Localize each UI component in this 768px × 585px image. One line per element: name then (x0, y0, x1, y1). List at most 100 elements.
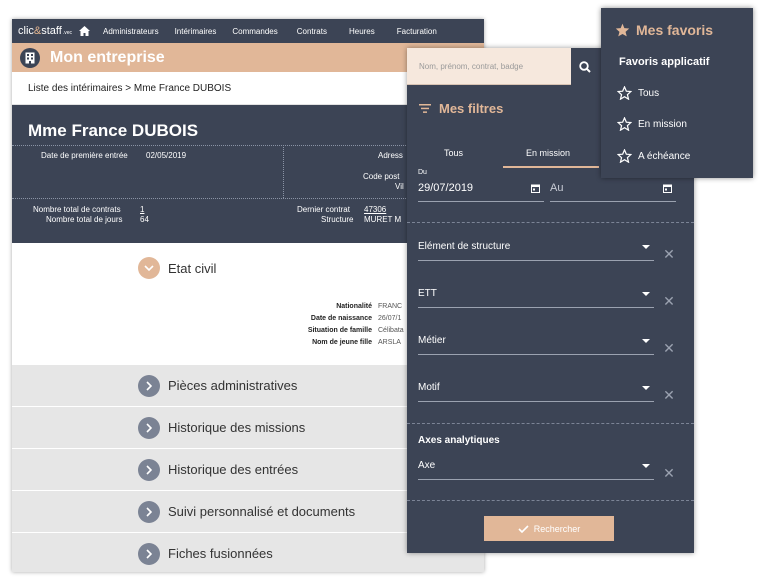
section-label: Historique des entrées (168, 462, 299, 477)
chevron-down-icon[interactable] (138, 257, 160, 279)
dropdown-arrow-icon (642, 386, 650, 390)
axes-title: Axes analytiques (418, 435, 500, 446)
first-entry-value: 02/05/2019 (146, 151, 187, 160)
select-label: ETT (418, 288, 437, 299)
building-icon (20, 47, 40, 68)
dropdown-arrow-icon (642, 464, 650, 468)
chevron-right-icon[interactable] (138, 458, 160, 481)
select-element-structure[interactable]: Elément de structure (418, 241, 654, 261)
clear-icon[interactable]: ✕ (663, 466, 675, 480)
nav-item-commandes[interactable]: Commandes (232, 27, 277, 36)
civil-value: 26/07/1 (378, 315, 402, 322)
favorites-subtitle: Favoris applicatif (619, 56, 710, 68)
last-contract-link[interactable]: 47306 (364, 205, 386, 214)
tab-tous[interactable]: Tous (444, 148, 463, 158)
search-icon (579, 60, 591, 73)
clear-icon[interactable]: ✕ (663, 294, 675, 308)
select-metier[interactable]: Métier (418, 335, 654, 355)
dropdown-arrow-icon (642, 339, 650, 343)
favorite-item-en-mission[interactable]: En mission (617, 117, 687, 131)
dropdown-arrow-icon (642, 292, 650, 296)
filters-title: Mes filtres (419, 101, 503, 116)
date-from-value: 29/07/2019 (418, 182, 474, 194)
divider (407, 423, 694, 424)
select-label: Motif (418, 382, 440, 393)
favorites-panel: Mes favoris Favoris applicatif Tous En m… (601, 8, 753, 178)
total-days-label: Nombre total de jours (46, 215, 123, 224)
total-days-value: 64 (140, 215, 149, 224)
rechercher-button[interactable]: Rechercher (484, 516, 614, 541)
etat-civil-header[interactable]: Etat civil (138, 257, 216, 279)
section-label: Suivi personnalisé et documents (168, 504, 356, 519)
logo-text-1: clic (18, 25, 34, 37)
search-button[interactable] (571, 48, 599, 85)
calendar-icon[interactable] (531, 184, 540, 193)
filters-title-text: Mes filtres (439, 101, 504, 116)
last-contract-label: Dernier contrat (297, 205, 350, 214)
dropdown-arrow-icon (642, 245, 650, 249)
clear-icon[interactable]: ✕ (663, 388, 675, 402)
total-contracts-link[interactable]: 1 (140, 205, 144, 214)
star-filled-icon (615, 23, 630, 37)
date-from-field[interactable]: 29/07/2019 (418, 182, 544, 202)
company-title: Mon entreprise (50, 48, 165, 66)
nav-item-interimaires[interactable]: Intérimaires (175, 27, 217, 36)
civil-label: Date de naissance (310, 315, 372, 322)
logo-suffix: .vec (62, 30, 72, 36)
nav-item-heures[interactable]: Heures (349, 27, 375, 36)
search-input[interactable]: Nom, prénom, contrat, badge (407, 48, 571, 85)
civil-label: Nationalité (336, 303, 372, 310)
search-placeholder: Nom, prénom, contrat, badge (419, 62, 524, 71)
select-label: Axe (418, 460, 436, 471)
select-label: Métier (418, 335, 446, 346)
star-outline-icon (617, 117, 632, 131)
clear-icon[interactable]: ✕ (663, 247, 675, 261)
city-label: Vil (395, 182, 404, 191)
civil-value: ARSLA (378, 339, 401, 346)
chevron-right-icon[interactable] (138, 500, 160, 523)
home-icon[interactable] (78, 25, 90, 37)
nav-item-facturation[interactable]: Facturation (397, 27, 437, 36)
total-contracts-label: Nombre total de contrats (33, 205, 121, 214)
chevron-right-icon[interactable] (138, 542, 160, 565)
civil-value: FRANC (378, 303, 403, 310)
favorite-item-a-echeance[interactable]: A échéance (617, 149, 690, 163)
clear-icon[interactable]: ✕ (663, 341, 675, 355)
date-from-label: Du (418, 169, 427, 176)
logo-ampersand: & (33, 25, 42, 37)
divider (283, 145, 284, 198)
chevron-right-icon[interactable] (138, 416, 160, 439)
favorite-item-tous[interactable]: Tous (617, 86, 659, 100)
nav-item-contrats[interactable]: Contrats (297, 27, 327, 36)
calendar-icon[interactable] (663, 184, 672, 193)
section-label: Pièces administratives (168, 378, 298, 393)
star-outline-icon (617, 149, 632, 163)
postal-code-label: Code post (363, 172, 400, 181)
etat-civil-title: Etat civil (168, 260, 217, 276)
structure-value: MURET M (364, 215, 402, 224)
app-logo[interactable]: clic & staff .vec (12, 25, 72, 37)
divider (407, 500, 694, 501)
star-outline-icon (617, 86, 632, 100)
chevron-right-icon[interactable] (138, 374, 160, 397)
active-tab-indicator (503, 166, 599, 168)
select-label: Elément de structure (418, 241, 511, 252)
favorites-title: Mes favoris (615, 22, 713, 38)
logo-text-2: staff (41, 25, 62, 37)
date-to-placeholder: Au (550, 182, 564, 194)
civil-label: Situation de famille (307, 327, 372, 334)
top-navigation: clic & staff .vec Administrateurs Intérimai… (12, 19, 484, 43)
favorites-title-text: Mes favoris (636, 22, 714, 38)
select-motif[interactable]: Motif (418, 382, 654, 402)
favorite-label: En mission (638, 118, 687, 130)
rechercher-label: Rechercher (533, 523, 581, 534)
nav-menu: Administrateurs Intérimaires Commandes C… (103, 27, 451, 36)
select-axe[interactable]: Axe (418, 460, 654, 480)
date-to-field[interactable]: Au (550, 182, 676, 202)
select-ett[interactable]: ETT (418, 288, 654, 308)
favorite-label: Tous (638, 87, 660, 99)
tab-en-mission[interactable]: En mission (526, 148, 570, 158)
nav-item-administrateurs[interactable]: Administrateurs (103, 27, 159, 36)
first-entry-label: Date de première entrée (41, 151, 128, 160)
section-label: Historique des missions (168, 420, 306, 435)
